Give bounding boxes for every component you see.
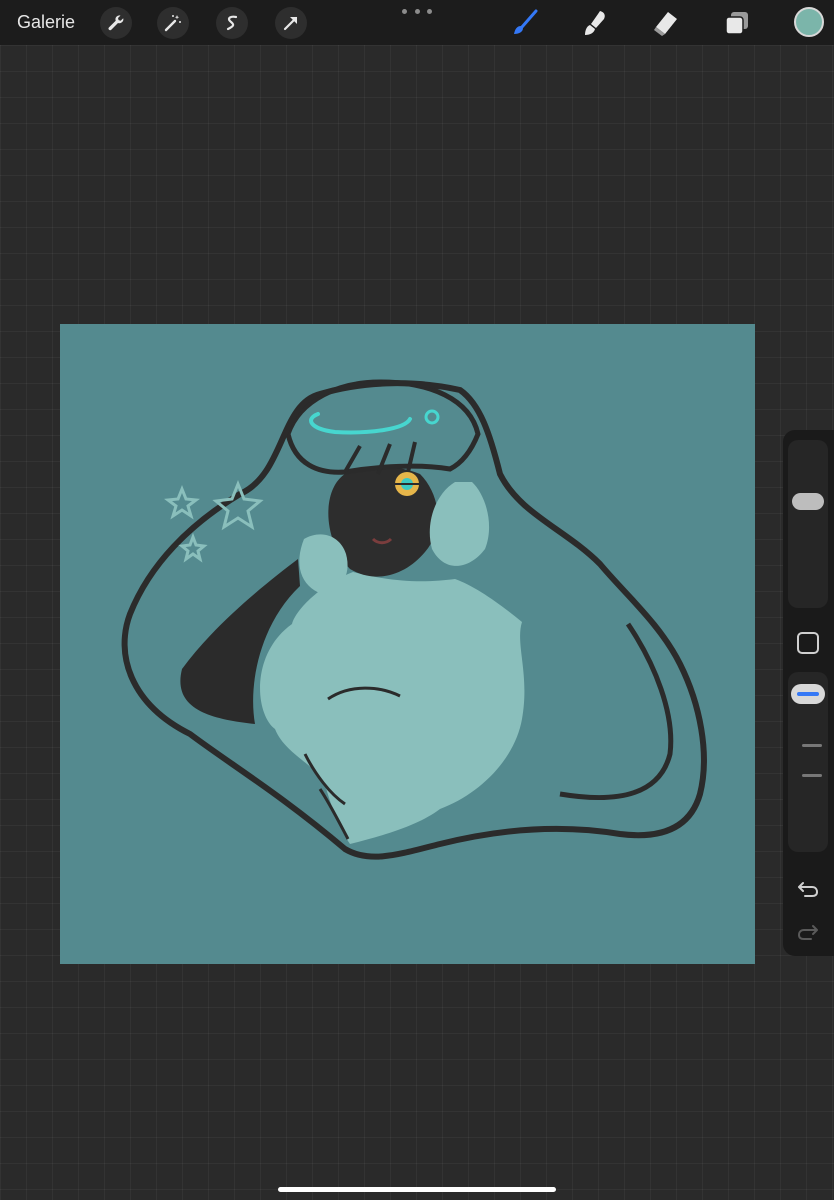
opacity-slider[interactable] xyxy=(788,672,828,852)
home-indicator[interactable] xyxy=(278,1187,556,1192)
redo-button[interactable] xyxy=(795,918,821,944)
undo-button[interactable] xyxy=(795,875,821,901)
opacity-thumb[interactable] xyxy=(791,684,825,704)
modify-square-icon[interactable] xyxy=(797,632,819,654)
smudge-icon xyxy=(585,11,605,35)
layers-button[interactable] xyxy=(720,6,754,40)
selection-button[interactable] xyxy=(216,7,248,39)
smudge-tool-button[interactable] xyxy=(578,6,612,40)
more-dots-icon[interactable] xyxy=(402,4,432,18)
actions-button[interactable] xyxy=(100,7,132,39)
opacity-tick xyxy=(802,744,822,747)
opacity-tick xyxy=(802,774,822,777)
drawing-canvas[interactable] xyxy=(60,324,755,964)
gallery-button[interactable]: Galerie xyxy=(17,10,75,34)
redo-icon xyxy=(797,925,818,940)
adjustments-button[interactable] xyxy=(157,7,189,39)
wrench-icon xyxy=(108,15,124,31)
brush-size-thumb[interactable] xyxy=(792,492,824,510)
brush-sidebar xyxy=(783,430,834,956)
eraser-icon xyxy=(654,12,677,36)
undo-icon xyxy=(798,882,819,897)
transform-button[interactable] xyxy=(275,7,307,39)
layers-icon xyxy=(725,12,748,35)
magic-wand-icon xyxy=(164,15,181,32)
selection-s-icon xyxy=(226,15,238,31)
brush-tool-button[interactable] xyxy=(508,6,542,40)
artwork xyxy=(60,324,755,964)
brush-size-slider[interactable] xyxy=(788,440,828,608)
top-toolbar: Galerie xyxy=(0,0,834,45)
brush-icon xyxy=(514,9,538,34)
color-swatch[interactable] xyxy=(794,7,824,37)
eraser-tool-button[interactable] xyxy=(648,6,682,40)
arrow-cursor-icon xyxy=(283,16,298,31)
